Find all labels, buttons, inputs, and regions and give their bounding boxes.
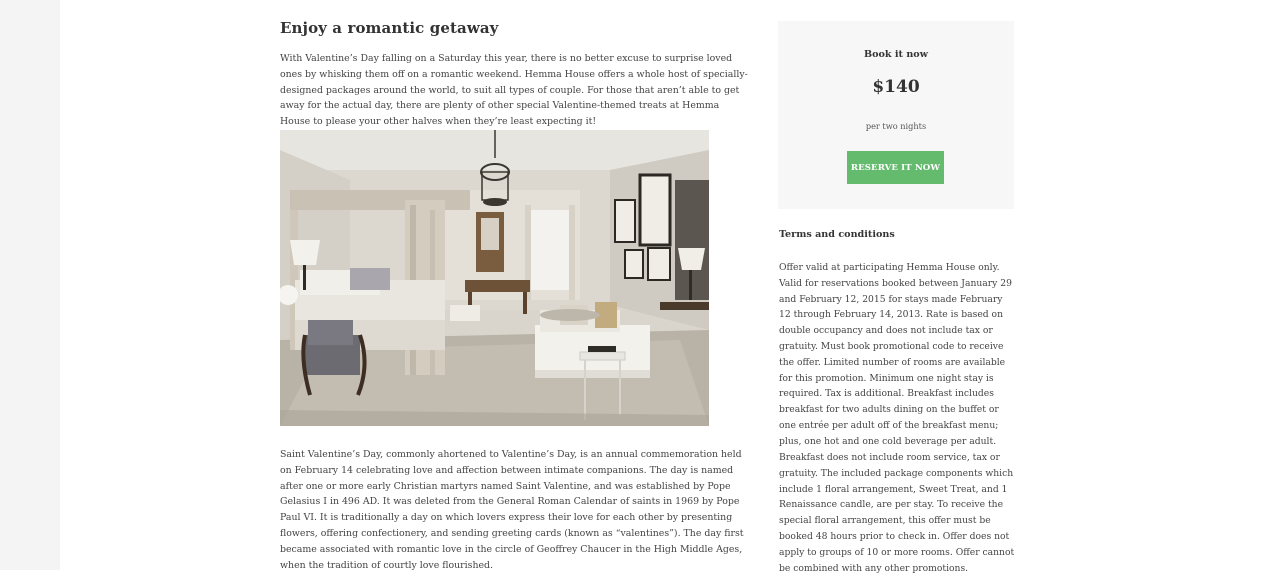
article-body: Saint Valentine’s Day, commonly ahortene… (280, 449, 744, 571)
terms-title: Terms and conditions (779, 229, 895, 240)
price: $140 (872, 77, 920, 97)
bedroom-photo (280, 130, 709, 426)
terms-paragraph-1: Offer valid at participating Hemma House… (779, 262, 1012, 447)
article-title: Enjoy a romantic getaway (280, 19, 499, 37)
book-it-now-label: Book it now (864, 49, 928, 60)
reserve-it-now-button[interactable]: RESERVE IT NOW (847, 151, 944, 184)
article-intro: With Valentine’s Day falling on a Saturd… (280, 53, 748, 128)
terms-paragraph-2: Breakfast does not include room service,… (779, 452, 1015, 574)
price-note: per two nights (865, 121, 927, 131)
booking-card: Book it now $140 per two nights RESERVE … (778, 21, 1014, 209)
left-sidebar-strip (0, 0, 60, 570)
